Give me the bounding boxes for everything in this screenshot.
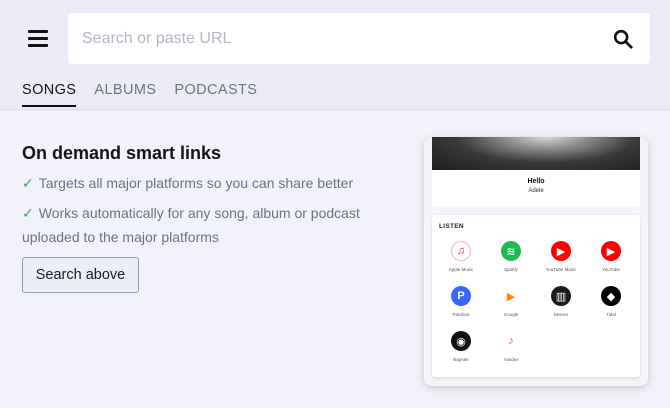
search-above-button[interactable]: Search above	[22, 257, 139, 293]
service-apple-music[interactable]: ♫ Apple Music	[436, 241, 486, 272]
spotify-icon: ≋	[501, 241, 521, 261]
service-tidal[interactable]: ◆ Tidal	[586, 286, 636, 317]
service-label: Apple Music	[448, 267, 474, 272]
tab-bar: SONGS ALBUMS PODCASTS	[22, 82, 257, 107]
service-napster[interactable]: ◉ Napster	[436, 331, 486, 362]
service-deezer[interactable]: ▥ Deezer	[536, 286, 586, 317]
smart-link-preview: Hello Adele LISTEN ♫ Apple Music ≋ Spotify ▶…	[424, 137, 648, 386]
service-spotify[interactable]: ≋ Spotify	[486, 241, 536, 272]
listen-heading: LISTEN	[439, 223, 464, 230]
tidal-icon: ◆	[601, 286, 621, 306]
service-label: Google	[503, 312, 519, 317]
tab-songs[interactable]: SONGS	[22, 82, 77, 107]
deezer-icon: ▥	[551, 286, 571, 306]
song-title: Hello	[527, 178, 545, 185]
service-pandora[interactable]: P Pandora	[436, 286, 486, 317]
service-label: Tidal	[606, 312, 616, 317]
tab-albums[interactable]: ALBUMS	[94, 82, 156, 107]
tab-podcasts[interactable]: PODCASTS	[174, 82, 257, 107]
service-label: Spotify	[504, 267, 518, 272]
napster-icon: ◉	[451, 331, 471, 351]
check-icon: ✓	[22, 175, 34, 191]
search-input[interactable]	[68, 13, 598, 64]
service-label: Yandex	[503, 357, 519, 362]
yandex-music-icon: ♪	[501, 331, 521, 351]
hamburger-menu-icon[interactable]	[28, 30, 48, 48]
feature-text: Works automatically for any song, album …	[22, 205, 360, 245]
top-bar: SONGS ALBUMS PODCASTS	[0, 0, 670, 110]
album-art	[432, 137, 640, 170]
check-icon: ✓	[22, 205, 34, 221]
service-label: Napster	[453, 357, 469, 362]
pandora-icon: P	[451, 286, 471, 306]
youtube-music-icon: ▶	[551, 241, 571, 261]
service-youtube[interactable]: ▶ YouTube	[586, 241, 636, 272]
feature-item: ✓ Targets all major platforms so you can …	[22, 171, 392, 195]
feature-item: ✓ Works automatically for any song, album…	[22, 201, 392, 249]
song-card: Hello Adele	[432, 170, 640, 207]
listen-panel: LISTEN ♫ Apple Music ≋ Spotify ▶ YouTube Musi…	[432, 215, 640, 377]
service-yandex-music[interactable]: ♪ Yandex	[486, 331, 536, 362]
youtube-icon: ▶	[601, 241, 621, 261]
service-label: YouTube	[602, 267, 620, 272]
service-label: Pandora	[452, 312, 470, 317]
google-play-music-icon: ▶	[501, 286, 521, 306]
page-title: On demand smart links	[22, 143, 222, 163]
search-icon[interactable]	[612, 28, 634, 50]
apple-music-icon: ♫	[451, 241, 471, 261]
search-box	[68, 13, 650, 64]
service-google-play-music[interactable]: ▶ Google	[486, 286, 536, 317]
song-artist: Adele	[528, 188, 544, 194]
service-label: Deezer	[553, 312, 569, 317]
service-label: YouTube Music	[545, 267, 577, 272]
service-youtube-music[interactable]: ▶ YouTube Music	[536, 241, 586, 272]
feature-text: Targets all major platforms so you can s…	[38, 175, 354, 191]
